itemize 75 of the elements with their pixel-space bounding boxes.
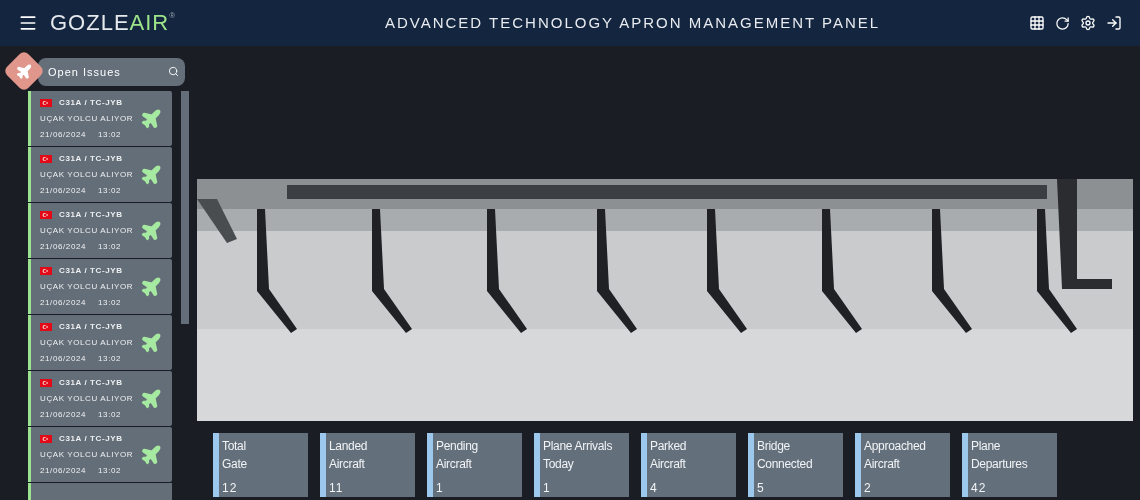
plane-icon [140,219,162,242]
stat-value: 1 [436,481,445,495]
stat-value: 12 [222,481,239,495]
plane-icon [140,107,162,130]
flight-code: C31A / TC-JYB [59,96,123,109]
flag-icon [40,210,52,219]
flag-icon [40,322,52,331]
stat-label: Plane Departures [971,438,1029,473]
brand-logo: GOZLEAIR® [50,12,177,34]
stat-label: Total Gate [222,438,248,473]
issue-time: 13:02 [98,128,122,141]
issue-card[interactable]: C31A / TC-JYB UÇAK YOLCU ALIYOR 21/06/2024 13:02 [28,427,172,482]
settings-icon[interactable] [1080,15,1096,31]
stat-value: 42 [971,481,988,495]
issue-time: 13:02 [98,352,122,365]
stat-label: Pending Aircraft [436,438,479,473]
flag-icon [40,98,52,107]
issue-time: 13:02 [98,464,122,477]
menu-icon[interactable] [18,13,38,33]
stat-label: Landed Aircraft [329,438,369,473]
plane-icon [140,331,162,354]
flight-code: C31A / TC-JYB [59,432,123,445]
issue-date: 21/06/2024 [40,184,87,197]
issue-time: 13:02 [98,184,122,197]
stat-value: 1 [543,481,552,495]
flight-code: C31A / TC-JYB [59,208,123,221]
flight-code: C31A / TC-JYB [59,320,123,333]
stat-value: 11 [329,481,345,495]
issue-date: 21/06/2024 [40,408,87,421]
flag-icon [40,378,52,387]
plane-icon [15,62,33,80]
issue-status: UÇAK YOLCU ALIYOR [40,168,135,181]
flag-icon [40,434,52,443]
stat-value: 4 [650,481,659,495]
plane-icon [140,443,162,466]
issue-time: 13:02 [98,408,122,421]
issue-time: 13:02 [98,240,122,253]
issue-card[interactable]: C31A / TC-JYB UÇAK YOLCU ALIYOR 21/06/2024 13:02 [28,315,172,370]
issue-status: UÇAK YOLCU ALIYOR [40,392,135,405]
issue-status: UÇAK YOLCU ALIYOR [40,224,135,237]
issue-status: UÇAK YOLCU ALIYOR [40,280,135,293]
stat-label: Parked Aircraft [650,438,688,473]
refresh-icon[interactable] [1055,15,1070,31]
plane-icon [140,163,162,186]
issue-status: UÇAK YOLCU ALIYOR [40,448,135,461]
issue-date: 21/06/2024 [40,352,87,365]
flight-code: C31A / TC-JYB [59,264,123,277]
flag-icon [40,266,52,275]
plane-icon [140,387,162,410]
grid-icon[interactable] [1029,15,1045,31]
search-icon[interactable] [168,66,179,77]
issue-card[interactable]: C31A / TC-JYB UÇAK YOLCU ALIYOR 21/06/2024 13:02 [28,371,172,426]
issue-card[interactable]: C31A / TC-JYB UÇAK YOLCU ALIYOR 21/06/2024 13:02 [28,91,172,146]
plane-icon [140,275,162,298]
issue-card[interactable]: C31A / TC-JYB UÇAK YOLCU ALIYOR 21/06/2024 13:02 [28,203,172,258]
issue-date: 21/06/2024 [40,128,87,141]
issue-date: 21/06/2024 [40,296,87,309]
login-icon[interactable] [1106,15,1122,31]
flag-icon [40,154,52,163]
stat-label: Plane Arrivals Today [543,438,614,473]
issue-card[interactable]: C31A / TC-JYB UÇAK YOLCU ALIYOR 21/06/2024 13:02 [28,259,172,314]
search-field[interactable]: Open Issues [38,58,185,86]
issue-date: 21/06/2024 [40,240,87,253]
flight-code: C31A / TC-JYB [59,376,123,389]
issue-status: UÇAK YOLCU ALIYOR [40,336,135,349]
issue-status: UÇAK YOLCU ALIYOR [40,112,135,125]
issue-time: 13:02 [98,296,122,309]
stat-value: 5 [757,481,766,495]
stat-label: Approached Aircraft [864,438,927,473]
issue-date: 21/06/2024 [40,464,87,477]
stat-value: 2 [864,481,873,495]
stat-label: Bridge Connected [757,438,814,473]
flight-code: C31A / TC-JYB [59,152,123,165]
panel-title: ADVANCED TECHNOLOGY APRON MANAGEMENT PANEL [384,12,881,33]
issue-card[interactable]: C31A / TC-JYB UÇAK YOLCU ALIYOR 21/06/2024 13:02 [28,147,172,202]
